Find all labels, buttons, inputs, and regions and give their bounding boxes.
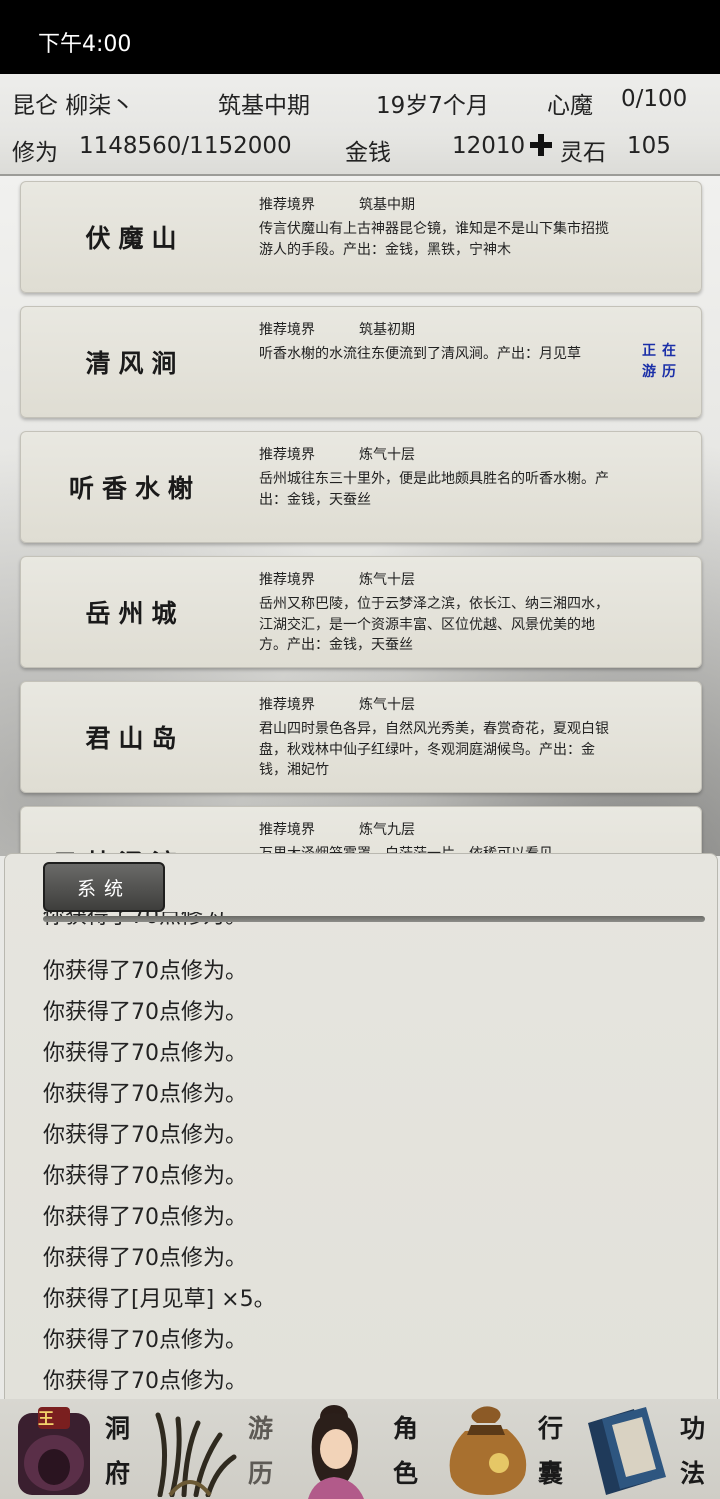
realm-value: 筑基中期 <box>218 93 310 119</box>
location-card[interactable]: 清风涧 推荐境界 筑基初期 听香水榭的水流往东便流到了清风涧。产出：月见草 正在… <box>20 306 702 418</box>
recommended-realm-label: 推荐境界 <box>259 197 315 213</box>
location-description: 听香水榭的水流往东便流到了清风涧。产出：月见草 <box>259 346 581 362</box>
age-value: 19岁7个月 <box>376 93 489 119</box>
recommended-realm-value: 筑基中期 <box>359 197 415 213</box>
log-line: 你获得了[月见草] ×5。 <box>43 1287 276 1312</box>
recommended-realm-label: 推荐境界 <box>259 572 315 588</box>
nav-bag-label-1: 行 <box>538 1414 564 1443</box>
nav-travel-label-2: 历 <box>248 1459 274 1488</box>
clock: 下午4:00 <box>38 32 132 57</box>
recommended-realm-label: 推荐境界 <box>259 322 315 338</box>
recommended-realm-value: 筑基初期 <box>359 322 415 338</box>
money-label: 金钱 <box>345 140 391 166</box>
bottom-nav: 王 洞 府 游 历 角 色 行 囊 功 法 <box>0 1399 720 1499</box>
recommended-realm-value: 炼气十层 <box>359 697 415 713</box>
nav-skills-label-2: 法 <box>680 1459 706 1488</box>
recommended-realm-value: 炼气十层 <box>359 572 415 588</box>
character-header: 昆仑 柳柒丶 筑基中期 19岁7个月 心魔 0/100 修为 1148560/1… <box>0 74 720 176</box>
traveling-status: 正在游历 <box>642 343 682 380</box>
recommended-realm-value: 炼气十层 <box>359 447 415 463</box>
location-name: 听香水榭 <box>68 474 201 503</box>
bag-icon <box>449 1406 527 1495</box>
recommended-realm-label: 推荐境界 <box>259 822 315 838</box>
location-list: 伏魔山 推荐境界 筑基中期 传言伏魔山有上古神器昆仑镜，谁知是不是山下集市招揽游… <box>0 176 720 918</box>
log-line: 你获得了70点修为。 <box>43 1328 247 1353</box>
log-line: 你获得了70点修为。 <box>43 1000 247 1025</box>
nav-cave[interactable]: 王 洞 府 <box>0 1399 145 1499</box>
log-divider <box>43 916 705 922</box>
grass-icon <box>155 1412 237 1497</box>
log-line: 你获得了70点修为。 <box>43 1246 247 1271</box>
spirit-stone-label: 灵石 <box>560 140 606 166</box>
character-portrait-icon <box>308 1405 364 1499</box>
status-bar: 下午4:00 <box>0 0 720 74</box>
recommended-realm-label: 推荐境界 <box>259 447 315 463</box>
location-name: 伏魔山 <box>85 224 185 253</box>
cultivation-value: 1148560/1152000 <box>79 133 292 159</box>
nav-cave-label-2: 府 <box>105 1459 131 1488</box>
nav-role-label-2: 色 <box>393 1459 419 1488</box>
cultivation-label: 修为 <box>12 140 58 166</box>
location-name: 清风涧 <box>85 349 185 378</box>
spirit-stone-value: 105 <box>627 133 671 159</box>
book-icon <box>588 1407 666 1495</box>
location-name: 君山岛 <box>85 724 185 753</box>
log-line: 你获得了70点修为。 <box>43 1123 247 1148</box>
location-name: 岳州城 <box>85 599 185 628</box>
heart-demon-label: 心魔 <box>547 93 593 119</box>
recommended-realm-label: 推荐境界 <box>259 697 315 713</box>
location-description: 岳州又称巴陵，位于云梦泽之滨，依长江、纳三湘四水，江湖交汇，是一个资源丰富、区位… <box>259 596 609 653</box>
plus-icon[interactable] <box>528 132 554 164</box>
nav-skills-label-1: 功 <box>680 1414 706 1443</box>
money-value: 12010 <box>452 133 526 159</box>
nav-bag[interactable]: 行 囊 <box>435 1399 580 1499</box>
location-card[interactable]: 君山岛 推荐境界 炼气十层 君山四时景色各异，自然风光秀美，春赏奇花，夏观白银盘… <box>20 681 702 793</box>
system-log-panel[interactable]: 你获得了70点修为。 你获得了70点修为。 你获得了70点修为。 你获得了70点… <box>4 853 718 1400</box>
tab-system[interactable]: 系统 <box>43 862 165 912</box>
nav-skills[interactable]: 功 法 <box>580 1399 720 1499</box>
nav-travel-label-1: 游 <box>248 1414 274 1443</box>
log-line: 你获得了70点修为。 <box>43 1164 247 1189</box>
log-line: 你获得了70点修为。 <box>43 1369 247 1394</box>
log-line: 你获得了70点修为。 <box>43 1041 247 1066</box>
nav-bag-label-2: 囊 <box>538 1459 564 1488</box>
nav-role-label-1: 角 <box>393 1414 419 1443</box>
log-line: 你获得了70点修为。 <box>43 1082 247 1107</box>
location-description: 传言伏魔山有上古神器昆仑镜，谁知是不是山下集市招揽游人的手段。产出：金钱，黑铁，… <box>259 221 609 258</box>
recommended-realm-value: 炼气九层 <box>359 822 415 838</box>
nav-role[interactable]: 角 色 <box>290 1399 435 1499</box>
heart-demon-value: 0/100 <box>621 86 688 112</box>
location-description: 岳州城往东三十里外，便是此地颇具胜名的听香水榭。产出：金钱，天蚕丝 <box>259 471 609 508</box>
location-card[interactable]: 伏魔山 推荐境界 筑基中期 传言伏魔山有上古神器昆仑镜，谁知是不是山下集市招揽游… <box>20 181 702 293</box>
nav-cave-label-1: 洞 <box>105 1414 131 1443</box>
log-line: 你获得了70点修为。 <box>43 959 247 984</box>
location-card[interactable]: 听香水榭 推荐境界 炼气十层 岳州城往东三十里外，便是此地颇具胜名的听香水榭。产… <box>20 431 702 543</box>
log-lines[interactable]: 你获得了70点修为。 你获得了70点修为。 你获得了70点修为。 你获得了70点… <box>43 912 703 1396</box>
log-line: 你获得了70点修为。 <box>43 1205 247 1230</box>
location-description: 君山四时景色各异，自然风光秀美，春赏奇花，夏观白银盘，秋戏林中仙子红绿叶，冬观洞… <box>259 721 609 778</box>
cave-badge: 王 <box>38 1409 55 1428</box>
location-card[interactable]: 岳州城 推荐境界 炼气十层 岳州又称巴陵，位于云梦泽之滨，依长江、纳三湘四水，江… <box>20 556 702 668</box>
sect-and-name: 昆仑 柳柒丶 <box>12 93 135 119</box>
nav-travel[interactable]: 游 历 <box>145 1399 290 1499</box>
